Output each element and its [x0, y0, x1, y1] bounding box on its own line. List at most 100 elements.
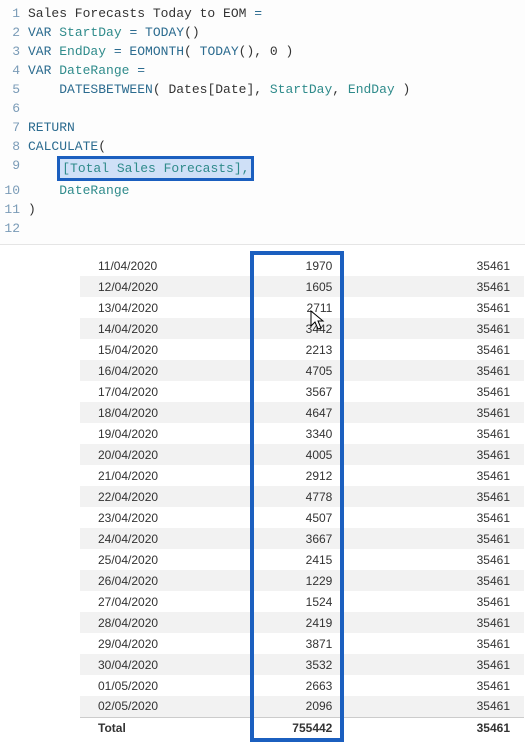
code-content[interactable] — [28, 99, 525, 118]
table-row[interactable]: 20/04/2020400535461 — [80, 444, 524, 465]
table-row[interactable]: 22/04/2020477835461 — [80, 486, 524, 507]
cell-date[interactable]: 26/04/2020 — [80, 570, 252, 591]
cell-value-a[interactable]: 4778 — [252, 486, 343, 507]
code-line[interactable]: 1Sales Forecasts Today to EOM = — [0, 4, 525, 23]
cell-value-a[interactable]: 1524 — [252, 591, 343, 612]
cell-date[interactable]: 18/04/2020 — [80, 402, 252, 423]
cell-date[interactable]: 30/04/2020 — [80, 654, 252, 675]
cell-date[interactable]: 22/04/2020 — [80, 486, 252, 507]
cell-date[interactable]: 11/04/2020 — [80, 255, 252, 276]
cell-date[interactable]: 14/04/2020 — [80, 318, 252, 339]
cell-value-a[interactable]: 3442 — [252, 318, 343, 339]
cell-value-b[interactable]: 35461 — [342, 444, 524, 465]
cell-value-a[interactable]: 1605 — [252, 276, 343, 297]
cell-value-a[interactable]: 3667 — [252, 528, 343, 549]
table-row[interactable]: 26/04/2020122935461 — [80, 570, 524, 591]
cell-date[interactable]: 23/04/2020 — [80, 507, 252, 528]
cell-date[interactable]: 21/04/2020 — [80, 465, 252, 486]
code-line[interactable]: 5 DATESBETWEEN( Dates[Date], StartDay, E… — [0, 80, 525, 99]
cell-date[interactable]: 28/04/2020 — [80, 612, 252, 633]
cell-value-a[interactable]: 1970 — [252, 255, 343, 276]
cell-value-b[interactable]: 35461 — [342, 402, 524, 423]
cell-value-b[interactable]: 35461 — [342, 675, 524, 696]
cell-value-b[interactable]: 35461 — [342, 339, 524, 360]
cell-date[interactable]: 15/04/2020 — [80, 339, 252, 360]
table-row[interactable]: 27/04/2020152435461 — [80, 591, 524, 612]
code-content[interactable]: [Total Sales Forecasts], — [28, 156, 525, 181]
cell-value-a[interactable]: 1229 — [252, 570, 343, 591]
cell-value-a[interactable]: 2415 — [252, 549, 343, 570]
dax-code-editor[interactable]: 1Sales Forecasts Today to EOM =2VAR Star… — [0, 0, 525, 245]
table-row[interactable]: 02/05/2020209635461 — [80, 696, 524, 717]
cell-date[interactable]: 02/05/2020 — [80, 696, 252, 717]
cell-value-b[interactable]: 35461 — [342, 570, 524, 591]
cell-value-a[interactable]: 2912 — [252, 465, 343, 486]
cell-value-a[interactable]: 4507 — [252, 507, 343, 528]
code-content[interactable]: VAR EndDay = EOMONTH( TODAY(), 0 ) — [28, 42, 525, 61]
table-row[interactable]: 14/04/2020344235461 — [80, 318, 524, 339]
code-line[interactable]: 10 DateRange — [0, 181, 525, 200]
cell-value-b[interactable]: 35461 — [342, 528, 524, 549]
table-row[interactable]: 29/04/2020387135461 — [80, 633, 524, 654]
cell-value-b[interactable]: 35461 — [342, 654, 524, 675]
code-line[interactable]: 4VAR DateRange = — [0, 61, 525, 80]
code-content[interactable]: DateRange — [28, 181, 525, 200]
cell-value-a[interactable]: 4647 — [252, 402, 343, 423]
cell-value-b[interactable]: 35461 — [342, 633, 524, 654]
table-row[interactable]: 18/04/2020464735461 — [80, 402, 524, 423]
table-row[interactable]: 01/05/2020266335461 — [80, 675, 524, 696]
cell-value-a[interactable]: 2096 — [252, 696, 343, 717]
table-row[interactable]: 23/04/2020450735461 — [80, 507, 524, 528]
cell-value-a[interactable]: 3567 — [252, 381, 343, 402]
cell-value-a[interactable]: 3871 — [252, 633, 343, 654]
cell-value-b[interactable]: 35461 — [342, 381, 524, 402]
cell-date[interactable]: 19/04/2020 — [80, 423, 252, 444]
table-row[interactable]: 24/04/2020366735461 — [80, 528, 524, 549]
cell-value-b[interactable]: 35461 — [342, 360, 524, 381]
cell-date[interactable]: 27/04/2020 — [80, 591, 252, 612]
cell-value-a[interactable]: 2213 — [252, 339, 343, 360]
table-row[interactable]: 17/04/2020356735461 — [80, 381, 524, 402]
table-row[interactable]: 30/04/2020353235461 — [80, 654, 524, 675]
cell-date[interactable]: 16/04/2020 — [80, 360, 252, 381]
code-line[interactable]: 2VAR StartDay = TODAY() — [0, 23, 525, 42]
code-content[interactable]: DATESBETWEEN( Dates[Date], StartDay, End… — [28, 80, 525, 99]
cell-value-a[interactable]: 2711 — [252, 297, 343, 318]
cell-date[interactable]: 12/04/2020 — [80, 276, 252, 297]
table-row[interactable]: 15/04/2020221335461 — [80, 339, 524, 360]
code-content[interactable]: CALCULATE( — [28, 137, 525, 156]
cell-value-b[interactable]: 35461 — [342, 612, 524, 633]
cell-value-b[interactable]: 35461 — [342, 696, 524, 717]
code-line[interactable]: 9 [Total Sales Forecasts], — [0, 156, 525, 181]
code-content[interactable]: VAR DateRange = — [28, 61, 525, 80]
code-line[interactable]: 8CALCULATE( — [0, 137, 525, 156]
table-row[interactable]: 11/04/2020197035461 — [80, 255, 524, 276]
cell-date[interactable]: 17/04/2020 — [80, 381, 252, 402]
cell-date[interactable]: 24/04/2020 — [80, 528, 252, 549]
selected-measure-highlight[interactable]: [Total Sales Forecasts], — [57, 156, 254, 181]
cell-date[interactable]: 20/04/2020 — [80, 444, 252, 465]
cell-date[interactable]: 13/04/2020 — [80, 297, 252, 318]
code-content[interactable]: Sales Forecasts Today to EOM = — [28, 4, 525, 23]
cell-value-a[interactable]: 2419 — [252, 612, 343, 633]
cell-date[interactable]: 25/04/2020 — [80, 549, 252, 570]
cell-value-b[interactable]: 35461 — [342, 255, 524, 276]
cell-value-a[interactable]: 2663 — [252, 675, 343, 696]
cell-value-a[interactable]: 3532 — [252, 654, 343, 675]
cell-value-a[interactable]: 3340 — [252, 423, 343, 444]
cell-value-a[interactable]: 4705 — [252, 360, 343, 381]
cell-value-b[interactable]: 35461 — [342, 549, 524, 570]
table-row[interactable]: 19/04/2020334035461 — [80, 423, 524, 444]
cell-value-b[interactable]: 35461 — [342, 591, 524, 612]
cell-value-b[interactable]: 35461 — [342, 507, 524, 528]
result-table[interactable]: 11/04/202019703546112/04/202016053546113… — [80, 255, 524, 738]
cell-value-b[interactable]: 35461 — [342, 276, 524, 297]
code-content[interactable]: VAR StartDay = TODAY() — [28, 23, 525, 42]
code-content[interactable]: ) — [28, 200, 525, 219]
code-line[interactable]: 3VAR EndDay = EOMONTH( TODAY(), 0 ) — [0, 42, 525, 61]
table-row[interactable]: 16/04/2020470535461 — [80, 360, 524, 381]
cell-value-b[interactable]: 35461 — [342, 465, 524, 486]
cell-value-b[interactable]: 35461 — [342, 486, 524, 507]
cell-value-b[interactable]: 35461 — [342, 318, 524, 339]
cell-value-a[interactable]: 4005 — [252, 444, 343, 465]
